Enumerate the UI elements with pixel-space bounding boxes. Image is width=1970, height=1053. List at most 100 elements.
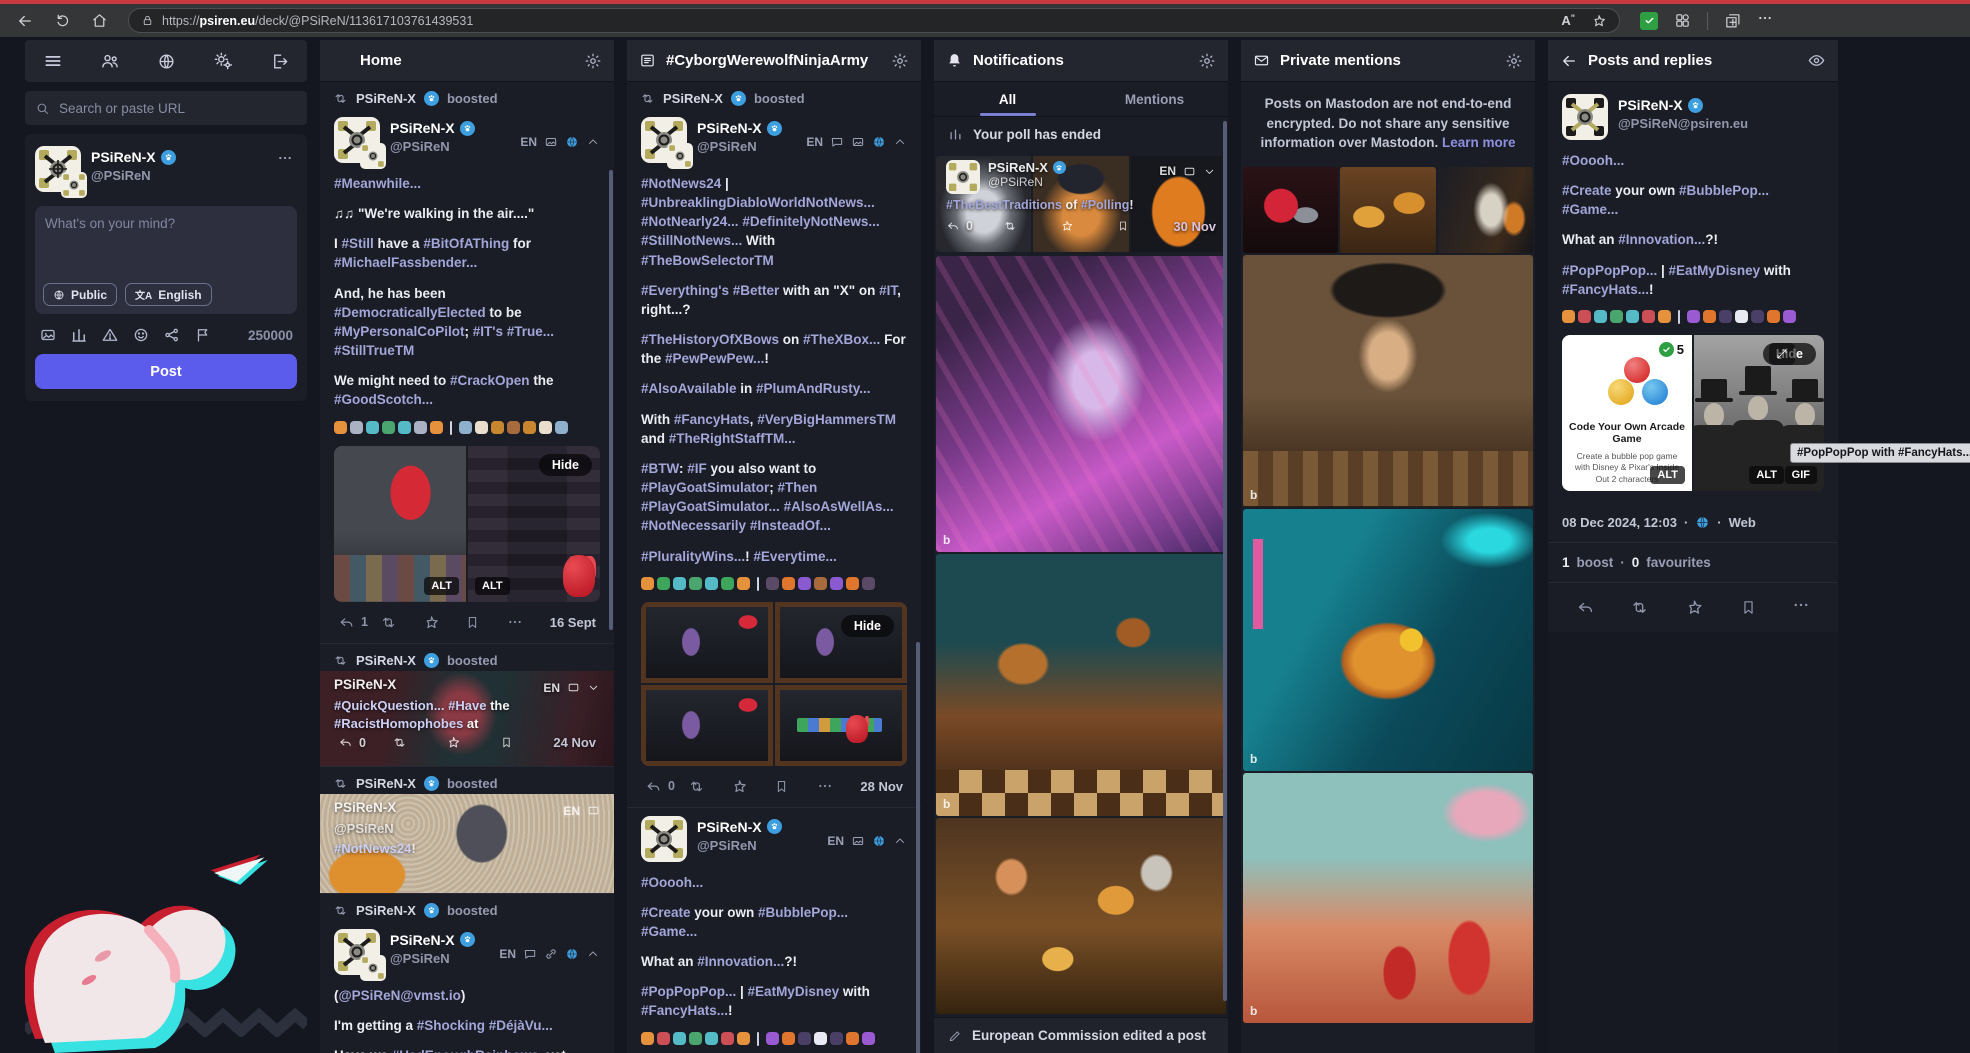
extensions-icon[interactable] — [1674, 12, 1691, 29]
notification-edited[interactable]: European Commission edited a post — [934, 1017, 1228, 1053]
hashtag-link[interactable]: #Innovation... — [1618, 232, 1705, 247]
hashtag-link[interactable]: #CrackOpen — [450, 373, 530, 388]
post[interactable]: PSiReN-X @PSiReN EN #Ooooh... #Create you… — [627, 808, 921, 1053]
hashtag-link[interactable]: #BitOfAThing — [423, 236, 509, 251]
hashtag-link[interactable]: #Game... — [641, 924, 697, 939]
hashtag-link[interactable]: #EatMyDisney — [748, 984, 840, 999]
column-settings-icon[interactable] — [891, 52, 909, 70]
hashtag-link[interactable]: #MyPersonalCoPilot — [334, 324, 465, 339]
media-attachment-arcade-card[interactable]: 5 Code Your Own Arcade Game Create a bub… — [1562, 334, 1692, 491]
favourite-count[interactable]: 0 — [1632, 555, 1640, 570]
hide-media-button[interactable]: Hide — [538, 453, 592, 476]
post-with-media-background[interactable]: PSiReN-X EN @PSiReN #NotNews24! — [320, 793, 614, 894]
hashtag-link[interactable]: #AlsoAvailable — [641, 381, 737, 396]
browser-reload-icon[interactable] — [54, 12, 71, 29]
hashtag-link[interactable]: #Create — [641, 905, 691, 920]
collapse-post-icon[interactable] — [893, 135, 907, 149]
media-attachment[interactable]: b — [1243, 254, 1533, 507]
post-more-icon[interactable] — [507, 614, 549, 630]
bookmark-button[interactable] — [465, 615, 507, 630]
media-attachment[interactable]: b — [936, 554, 1226, 816]
administration-gears-icon[interactable] — [213, 51, 233, 71]
hashtag-link[interactable]: #InsteadOf... — [750, 518, 831, 533]
hashtag-link[interactable]: #DéjàVu... — [489, 1018, 553, 1033]
hashtag-link[interactable]: @PSiReN@vmst.io — [339, 988, 461, 1003]
hashtag-link[interactable]: #DemocraticallyElected — [334, 305, 486, 320]
reply-button[interactable]: 0 — [946, 219, 1003, 233]
favourite-button[interactable] — [423, 614, 465, 631]
media-attachment[interactable] — [641, 684, 773, 766]
reply-button[interactable]: 0 — [338, 735, 392, 750]
hashtag-link[interactable]: #PlumAndRusty... — [756, 381, 871, 396]
hashtag-link[interactable]: #BTW — [641, 461, 679, 476]
bookmark-button[interactable] — [1740, 599, 1757, 616]
hashtag-link[interactable]: #Game... — [1562, 202, 1618, 217]
media-attachment[interactable]: b — [1243, 772, 1533, 1023]
expand-post-icon[interactable] — [1203, 165, 1216, 178]
eye-icon[interactable] — [1807, 51, 1826, 70]
hashtag-link[interactable]: #IT — [879, 283, 897, 298]
hashtag-link[interactable]: #PlayGoatSimulator... — [641, 499, 780, 514]
scrollbar-thumb[interactable] — [609, 170, 613, 630]
hashtag-link[interactable]: #NotNecessarily — [641, 518, 746, 533]
display-name[interactable]: PSiReN-X — [334, 800, 396, 815]
reply-button[interactable] — [1576, 598, 1595, 617]
logout-icon[interactable] — [270, 52, 289, 71]
post-button[interactable]: Post — [35, 354, 297, 389]
visibility-button[interactable]: Public — [43, 283, 118, 306]
avatar[interactable] — [35, 146, 87, 198]
hashtag-link[interactable]: #PlayGoatSimulator — [641, 480, 769, 495]
favorite-star-icon[interactable] — [1591, 13, 1607, 29]
post-date[interactable]: 16 Sept — [550, 615, 596, 630]
learn-more-link[interactable]: Learn more — [1442, 135, 1516, 150]
hashtag-link[interactable]: #VeryBigHammersTM — [757, 412, 896, 427]
avatar[interactable] — [1562, 94, 1608, 140]
display-name[interactable]: PSiReN-X — [697, 120, 762, 136]
hashtag-link[interactable]: #True... — [507, 324, 554, 339]
hashtag-link[interactable]: #IF — [687, 461, 707, 476]
hashtag-link[interactable]: #PopPopPop... — [641, 984, 736, 999]
expand-media-icon[interactable] — [1769, 342, 1795, 365]
poll-icon[interactable] — [70, 326, 88, 344]
post-date[interactable]: 30 Nov — [1173, 219, 1216, 234]
media-attachment[interactable] — [1437, 166, 1533, 253]
user-handle[interactable]: @PSiReN — [390, 951, 489, 966]
hashtag-link[interactable]: #QuickQuestion... — [334, 698, 445, 713]
collections-icon[interactable] — [1724, 12, 1741, 29]
post[interactable]: PSiReN-X @PSiReN EN (@PSiReN@vmst.io) I'm… — [320, 921, 614, 1053]
hashtag-link[interactable]: #DefinitelyNotNews... — [742, 214, 879, 229]
reply-button[interactable]: 0 — [645, 778, 688, 795]
community-icon[interactable] — [100, 51, 120, 71]
display-name[interactable]: PSiReN-X — [988, 160, 1048, 175]
menu-icon[interactable] — [43, 51, 63, 71]
alt-badge[interactable]: ALT — [1749, 465, 1784, 484]
hashtag-link[interactable]: #TheBestTraditions — [946, 198, 1062, 212]
hashtag-link[interactable]: #TheHistoryOfXBows — [641, 332, 779, 347]
hashtag-link[interactable]: #Innovation... — [697, 954, 784, 969]
user-handle[interactable]: @PSiReN — [697, 838, 817, 853]
post[interactable]: PSiReN-X @PSiReN EN #Meanwhile... ♫♫ "We'… — [320, 109, 614, 644]
collapse-post-icon[interactable] — [893, 834, 907, 848]
post-with-media-background[interactable]: PSiReN-X EN #QuickQuestion... #Have the … — [320, 670, 614, 767]
emoji-icon[interactable] — [132, 326, 150, 344]
user-handle[interactable]: @PSiReN@psiren.eu — [1618, 116, 1824, 131]
hashtag-link[interactable]: #UnbreaklingDiabloWorldNotNews... — [641, 195, 875, 210]
media-attachment[interactable] — [641, 601, 773, 683]
column-settings-icon[interactable] — [584, 52, 602, 70]
flag-icon[interactable] — [194, 326, 212, 344]
search-input[interactable]: Search or paste URL — [25, 91, 307, 125]
compose-textarea[interactable]: What's on your mind? Public 文A English — [35, 206, 297, 314]
scrollbar-thumb[interactable] — [1223, 121, 1227, 1001]
hashtag-link[interactable]: #FancyHats... — [1562, 282, 1649, 297]
hashtag-link[interactable]: #FancyHats... — [641, 1003, 728, 1018]
post-more-icon[interactable] — [817, 778, 860, 794]
boost-button[interactable] — [392, 735, 446, 750]
post-date[interactable]: 28 Nov — [860, 779, 903, 794]
display-name[interactable]: PSiReN-X — [390, 120, 455, 136]
alt-badge[interactable]: ALT — [424, 576, 459, 595]
post[interactable]: PSiReN-X @PSiReN EN #NotNews24 | #Unbrea… — [627, 109, 921, 808]
avatar[interactable] — [946, 160, 980, 194]
collapse-post-icon[interactable] — [586, 947, 600, 961]
browser-home-icon[interactable] — [91, 12, 108, 29]
hashtag-link[interactable]: #GoodScotch... — [334, 392, 433, 407]
